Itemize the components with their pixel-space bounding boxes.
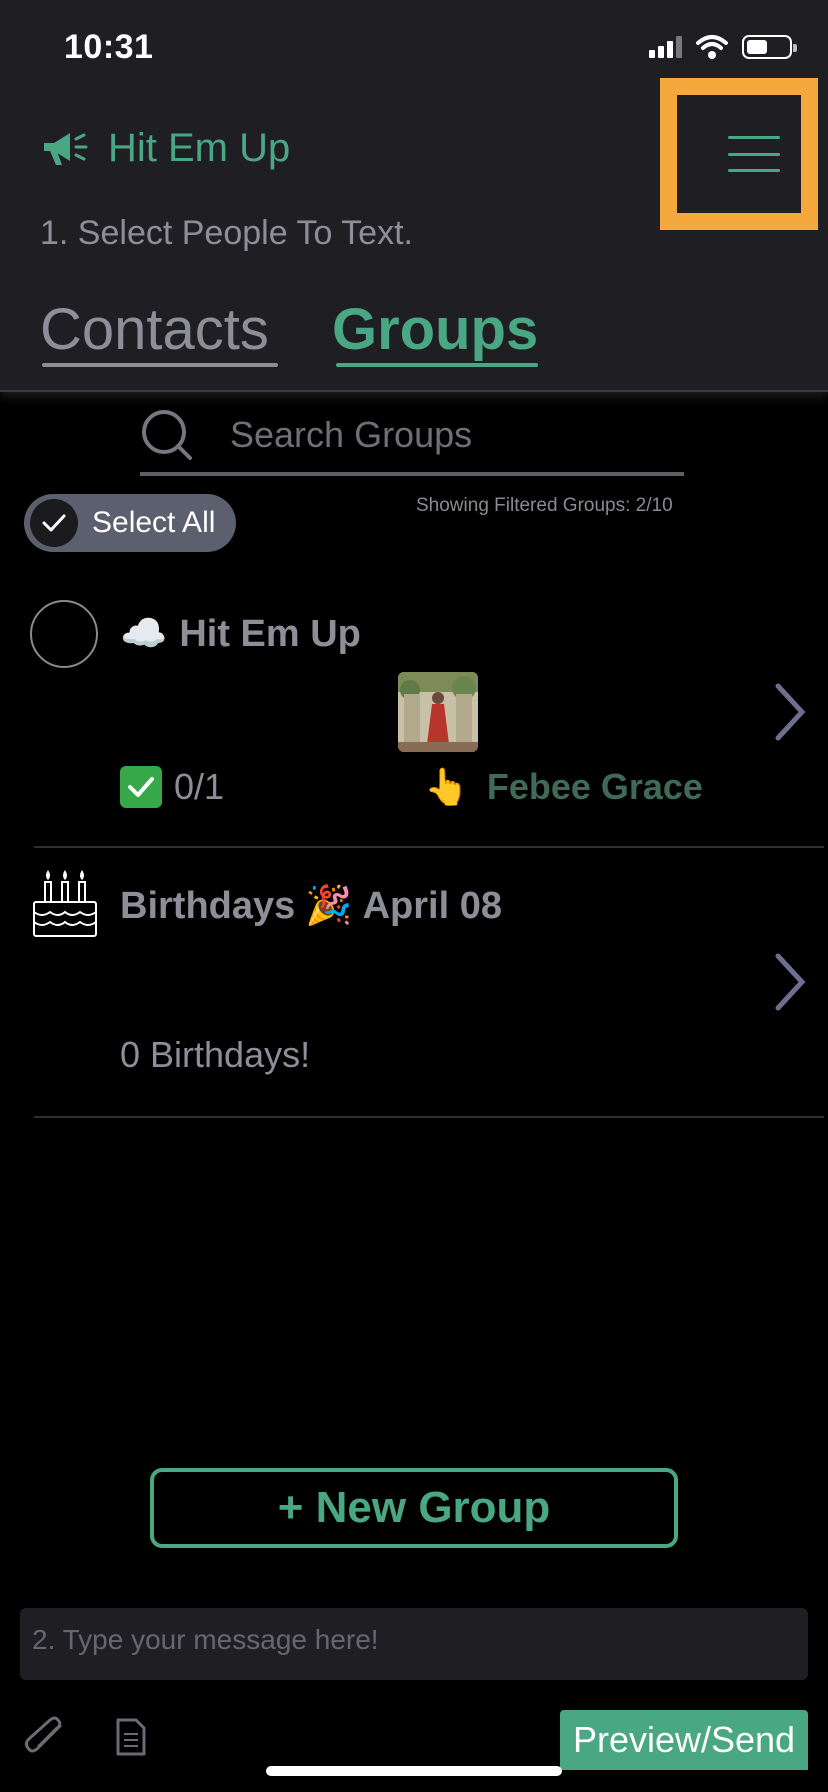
tab-groups-underline [336, 363, 538, 367]
tab-contacts-underline [42, 363, 278, 367]
status-icons [649, 34, 797, 60]
group-count: 0/1 [120, 766, 224, 808]
row-divider [34, 846, 824, 848]
party-popper-icon: 🎉 [305, 885, 353, 927]
filter-info: Showing Filtered Groups: 2/10 [416, 495, 673, 516]
wifi-icon [696, 35, 728, 59]
search-icon [142, 410, 192, 460]
birthday-count: 0 Birthdays! [120, 1034, 311, 1075]
message-input[interactable]: 2. Type your message here! [20, 1608, 808, 1680]
group-member: 👆 Febee Grace [424, 766, 703, 808]
select-all-toggle[interactable]: Select All [24, 494, 236, 552]
menu-highlight[interactable] [660, 78, 818, 230]
checkmark-icon [30, 499, 78, 547]
birthday-cake-icon [33, 870, 97, 937]
document-icon[interactable] [116, 1718, 146, 1756]
cellular-signal-icon [649, 36, 682, 58]
group-count-text: 0/1 [174, 766, 225, 807]
tab-groups[interactable]: Groups [332, 296, 538, 363]
birthday-group-title[interactable]: Birthdays 🎉 April 08 [120, 884, 502, 928]
tab-contacts[interactable]: Contacts [40, 296, 269, 363]
group-select-circle[interactable] [30, 600, 98, 668]
checkbox-icon [120, 766, 162, 808]
battery-icon [742, 35, 797, 59]
search-bar[interactable]: Search Groups [140, 400, 684, 476]
member-name: Febee Grace [486, 766, 703, 807]
pointing-hand-icon: 👆 [424, 766, 469, 807]
new-group-button[interactable]: + New Group [150, 1468, 678, 1548]
app-header: 10:31 Hit Em Up 1. Select People To Text… [0, 0, 828, 392]
chevron-right-icon[interactable] [772, 950, 808, 1014]
app-title: Hit Em Up [40, 126, 290, 171]
group-title-text: Hit Em Up [179, 612, 361, 655]
megaphone-icon [44, 132, 88, 165]
birthday-title-prefix: Birthdays [120, 884, 296, 927]
app-title-text: Hit Em Up [108, 126, 291, 170]
status-time: 10:31 [64, 28, 154, 66]
birthday-date: April 08 [362, 884, 502, 927]
contact-photo [398, 672, 478, 752]
home-indicator[interactable] [266, 1766, 562, 1776]
chevron-right-icon[interactable] [772, 680, 808, 744]
hamburger-menu-icon[interactable] [728, 136, 780, 172]
search-input[interactable]: Search Groups [230, 414, 472, 456]
row-divider [34, 1116, 824, 1118]
cloud-icon: ☁️ [120, 613, 168, 655]
preview-send-button[interactable]: Preview/Send [560, 1710, 808, 1770]
step-instruction: 1. Select People To Text. [40, 214, 413, 252]
paperclip-icon[interactable] [22, 1716, 66, 1756]
group-title[interactable]: ☁️ Hit Em Up [120, 612, 361, 656]
select-all-label: Select All [92, 506, 216, 539]
